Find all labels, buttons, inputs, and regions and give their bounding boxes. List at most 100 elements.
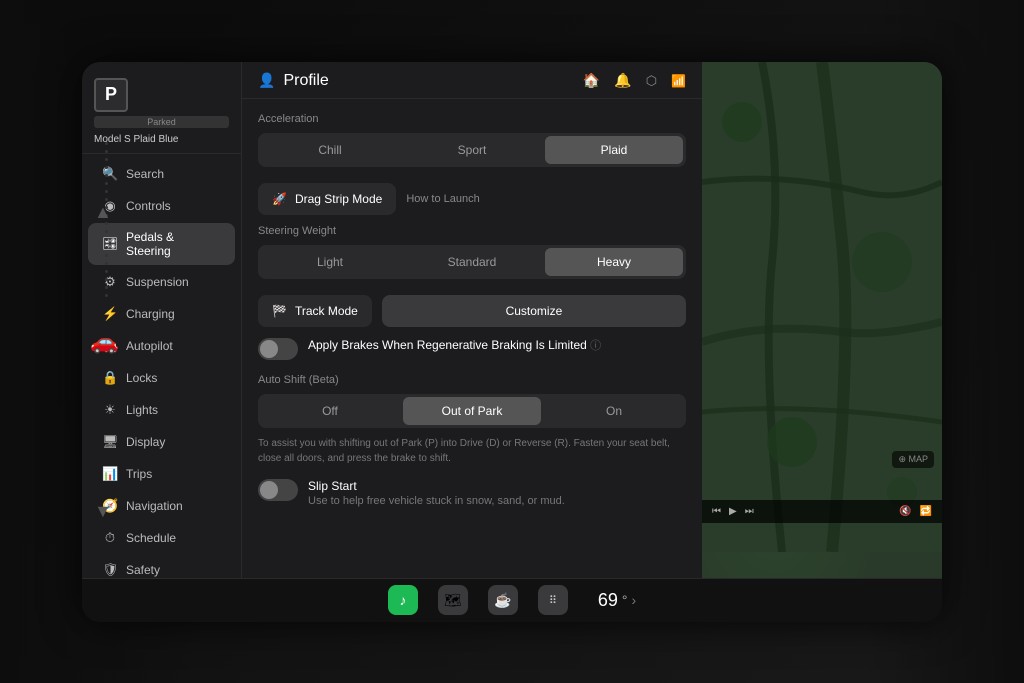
how-to-launch-link[interactable]: How to Launch [406,193,479,205]
drag-strip-btn[interactable]: 🚀 Drag Strip Mode [258,183,396,215]
map-area: ⊕ MAP ⏮ ▶ ⏭ 🔇 🔁 [702,62,942,578]
sidebar-item-label-controls: Controls [126,199,171,213]
sidebar-item-label-locks: Locks [126,371,157,385]
grid-app-btn[interactable]: ⠿ [538,585,568,615]
accel-sport-btn[interactable]: Sport [403,136,541,164]
sidebar-item-search[interactable]: 🔍 Search [88,159,235,189]
auto-shift-description: To assist you with shifting out of Park … [258,436,686,466]
track-mode-row: 🏁 Track Mode Customize [258,295,686,327]
drag-strip-label: Drag Strip Mode [295,192,382,206]
track-mode-label: Track Mode [295,304,358,318]
temperature-display: 69 ° › [598,590,636,611]
spotify-app-btn[interactable]: ♪ [388,585,418,615]
media-mute-btn[interactable]: 🔇 [899,506,911,517]
steering-title: Steering Weight [258,225,686,237]
drag-strip-row: 🚀 Drag Strip Mode How to Launch [258,183,686,215]
sidebar-item-label-lights: Lights [126,403,158,417]
auto-shift-group: Off Out of Park On [258,394,686,428]
accel-plaid-btn[interactable]: Plaid [545,136,683,164]
sidebar-item-pedals[interactable]: 🎛 Pedals & Steering [88,223,235,265]
park-badge: P [94,78,128,112]
steering-group: Light Standard Heavy [258,245,686,279]
steering-section: Steering Weight Light Standard Heavy [258,225,686,279]
model-name: Model S Plaid Blue [94,134,229,145]
acceleration-title: Acceleration [258,113,686,125]
scroll-up-arrow[interactable]: ▲ [94,202,112,223]
media-prev-btn[interactable]: ⏮ [712,506,721,517]
sidebar-item-label-safety: Safety [126,563,160,577]
bell-icon[interactable]: 🔔 [614,72,631,89]
sidebar-item-label-autopilot: Autopilot [126,339,173,353]
settings-scroll: Acceleration Chill Sport Plaid 🚀 Drag St… [242,99,702,578]
maps-app-btn[interactable]: 🗺 [438,585,468,615]
auto-shift-section: Auto Shift (Beta) Off Out of Park On To … [258,374,686,466]
parked-label: Parked [94,116,229,128]
sidebar-item-label-pedals: Pedals & Steering [126,230,221,258]
steering-heavy-btn[interactable]: Heavy [545,248,683,276]
auto-shift-title: Auto Shift (Beta) [258,374,686,386]
safety-icon: 🛡 [102,562,118,578]
sidebar-item-label-charging: Charging [126,307,175,321]
sidebar-item-label-navigation: Navigation [126,499,183,513]
media-controls-bar: ⏮ ▶ ⏭ 🔇 🔁 [702,500,942,523]
slip-start-sublabel: Use to help free vehicle stuck in snow, … [308,494,565,509]
sidebar-item-charging[interactable]: ⚡ Charging [88,299,235,329]
sidebar-item-lights[interactable]: ☀ Lights [88,395,235,425]
sidebar-item-label-schedule: Schedule [126,531,176,545]
spotify-icon: ♪ [399,592,406,608]
acceleration-section: Acceleration Chill Sport Plaid [258,113,686,167]
drag-strip-icon: 🚀 [272,192,287,206]
temperature-unit: ° [622,592,628,608]
media-play-btn[interactable]: ▶ [729,506,737,517]
signal-icon: 📶 [671,74,686,88]
profile-icon: 👤 [258,72,275,89]
content-header: 👤 Profile 🏠 🔔 ⬡ 📶 [242,62,702,99]
coffee-app-btn[interactable]: ☕ [488,585,518,615]
slip-start-label: Slip Start Use to help free vehicle stuc… [308,478,565,510]
auto-shift-on-btn[interactable]: On [545,397,683,425]
header-icons: 🏠 🔔 ⬡ 📶 [583,72,686,89]
auto-shift-off-btn[interactable]: Off [261,397,399,425]
coffee-icon: ☕ [494,592,511,609]
sidebar-item-locks[interactable]: 🔒 Locks [88,363,235,393]
slip-start-toggle[interactable] [258,479,298,501]
maps-icon: 🗺 [444,592,462,609]
track-mode-btn[interactable]: 🏁 Track Mode [258,295,372,327]
tesla-screen: ▲ ▼ 🚗 P Parked Model S Plaid Blue 🔍 Sear… [82,62,942,622]
apply-brakes-toggle-row: Apply Brakes When Regenerative Braking I… [258,337,686,360]
apply-brakes-info[interactable]: ⓘ [590,340,601,352]
sidebar-item-label-search: Search [126,167,164,181]
car-icon: 🚗 [90,329,117,355]
sidebar-item-trips[interactable]: 📊 Trips [88,459,235,489]
sidebar-item-schedule[interactable]: ⏱ Schedule [88,523,235,553]
steering-light-btn[interactable]: Light [261,248,399,276]
sidebar-item-label-suspension: Suspension [126,275,189,289]
temp-arrow-right[interactable]: › [631,592,636,608]
sidebar-item-label-trips: Trips [126,467,152,481]
sidebar-item-suspension[interactable]: ⚙ Suspension [88,267,235,297]
track-mode-icon: 🏁 [272,304,287,318]
apply-brakes-label: Apply Brakes When Regenerative Braking I… [308,337,601,354]
media-next-btn[interactable]: ⏭ [745,506,754,517]
home-icon[interactable]: 🏠 [583,72,600,89]
auto-shift-outofpark-btn[interactable]: Out of Park [403,397,541,425]
steering-standard-btn[interactable]: Standard [403,248,541,276]
slip-start-toggle-row: Slip Start Use to help free vehicle stuc… [258,478,686,510]
acceleration-group: Chill Sport Plaid [258,133,686,167]
sidebar-item-label-display: Display [126,435,165,449]
bottom-bar: ♪ 🗺 ☕ ⠿ 69 ° › [82,578,942,622]
scroll-down-arrow[interactable]: ▼ [94,501,112,522]
grid-icon: ⠿ [549,594,557,607]
temperature-value: 69 [598,590,618,611]
map-info-badge: ⊕ MAP [892,451,934,468]
content-area: 👤 Profile 🏠 🔔 ⬡ 📶 Acceleration [242,62,702,578]
sidebar-item-display[interactable]: 🖥 Display [88,427,235,457]
content-title: Profile [283,72,328,90]
apply-brakes-toggle[interactable] [258,338,298,360]
customize-btn[interactable]: Customize [382,295,686,327]
bluetooth-icon[interactable]: ⬡ [646,73,657,89]
map-roads-svg [702,62,942,552]
media-repeat-btn[interactable]: 🔁 [920,506,932,517]
sidebar-item-safety[interactable]: 🛡 Safety [88,555,235,578]
accel-chill-btn[interactable]: Chill [261,136,399,164]
